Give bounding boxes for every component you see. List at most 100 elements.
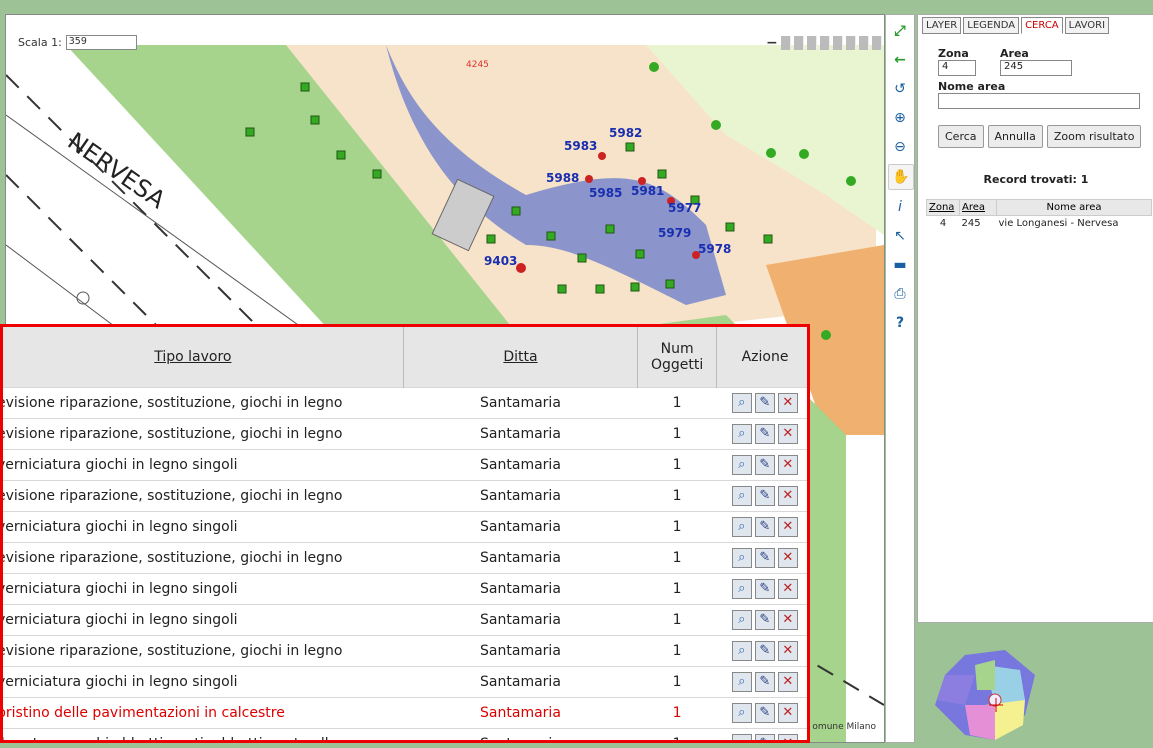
delete-icon[interactable]: ✕ (777, 734, 798, 740)
zoom-icon[interactable]: ⌕ (731, 672, 752, 692)
zoom-slider[interactable]: − + (766, 35, 884, 51)
zoom-level[interactable] (793, 36, 804, 50)
fullscreen-icon[interactable]: ⤢ (888, 19, 912, 43)
cell-ditta: Santamaria (403, 573, 638, 605)
delete-icon[interactable]: ✕ (777, 548, 798, 568)
refresh-icon[interactable]: ↺ (888, 77, 912, 101)
zoom-level[interactable] (858, 36, 869, 50)
zoom-level[interactable] (832, 36, 843, 50)
help-icon[interactable]: ? (888, 311, 912, 335)
tab-layer[interactable]: LAYER (922, 17, 962, 34)
col-area[interactable]: Area (959, 199, 997, 216)
table-row[interactable]: lberature parchi abbattimenti: abbattime… (3, 728, 807, 740)
zona-input[interactable]: 4 (938, 60, 976, 76)
delete-icon[interactable]: ✕ (777, 486, 798, 506)
scale-input[interactable]: 359 (65, 35, 137, 50)
back-icon[interactable]: ← (888, 48, 912, 72)
delete-icon[interactable]: ✕ (777, 517, 798, 537)
delete-icon[interactable]: ✕ (777, 579, 798, 599)
col-zona[interactable]: Zona (926, 199, 960, 216)
tab-lavori[interactable]: LAVORI (1064, 17, 1110, 34)
table-row[interactable]: verniciatura giochi in legno singoli Sant… (3, 511, 807, 543)
zoom-icon[interactable]: ⌕ (731, 548, 752, 568)
delete-icon[interactable]: ✕ (777, 610, 798, 630)
cell-azione: ⌕✎✕ (716, 728, 807, 740)
zoom-icon[interactable]: ⌕ (731, 734, 752, 740)
delete-icon[interactable]: ✕ (777, 424, 798, 444)
col-tipo-lavoro[interactable]: Tipo lavoro (3, 327, 404, 388)
area-input[interactable]: 245 (1000, 60, 1072, 76)
print-icon[interactable]: ⎙ (888, 282, 912, 306)
table-row[interactable]: evisione riparazione, sostituzione, gioc… (3, 542, 807, 574)
delete-icon[interactable]: ✕ (777, 703, 798, 723)
zoom-icon[interactable]: ⌕ (731, 393, 752, 413)
zoom-out-icon[interactable]: ⊖ (888, 135, 912, 159)
col-ditta[interactable]: Ditta (403, 327, 639, 388)
edit-icon[interactable]: ✎ (754, 517, 775, 537)
nome-area-input[interactable] (938, 93, 1140, 109)
object-label: 5988 (546, 171, 579, 185)
zoom-icon[interactable]: ⌕ (731, 579, 752, 599)
edit-icon[interactable]: ✎ (754, 393, 775, 413)
delete-icon[interactable]: ✕ (777, 393, 798, 413)
area-label: Area (1000, 47, 1029, 60)
zoom-icon[interactable]: ⌕ (731, 486, 752, 506)
table-row[interactable]: evisione riparazione, sostituzione, gioc… (3, 418, 807, 450)
panel-tabs: LAYER LEGENDA CERCA LAVORI (918, 15, 1111, 34)
table-row[interactable]: verniciatura giochi in legno singoli Sant… (3, 573, 807, 605)
edit-icon[interactable]: ✎ (754, 548, 775, 568)
delete-icon[interactable]: ✕ (777, 641, 798, 661)
pan-hand-icon[interactable]: ✋ (888, 164, 914, 190)
zoom-level[interactable] (871, 36, 882, 50)
table-row[interactable]: evisione riparazione, sostituzione, gioc… (3, 480, 807, 512)
zoom-level[interactable] (780, 36, 791, 50)
table-row[interactable]: pristino delle pavimentazioni in calcest… (3, 697, 807, 729)
cell-tipo-lavoro: lberature parchi abbattimenti: abbattime… (3, 728, 404, 740)
overview-map[interactable] (925, 645, 1045, 745)
select-icon[interactable]: ↖ (888, 224, 912, 248)
search-panel: LAYER LEGENDA CERCA LAVORI Zona 4 Area 2… (917, 14, 1153, 623)
measure-icon[interactable]: ▬ (888, 253, 912, 277)
zoom-level[interactable] (819, 36, 830, 50)
edit-icon[interactable]: ✎ (754, 424, 775, 444)
zoom-icon[interactable]: ⌕ (731, 455, 752, 475)
zoom-level[interactable] (806, 36, 817, 50)
zoom-icon[interactable]: ⌕ (731, 641, 752, 661)
delete-icon[interactable]: ✕ (777, 672, 798, 692)
cell-ditta: Santamaria (403, 604, 638, 636)
zoom-icon[interactable]: ⌕ (731, 703, 752, 723)
info-icon[interactable]: i (888, 195, 912, 219)
area-label: 4245 (466, 60, 489, 70)
table-row[interactable]: evisione riparazione, sostituzione, gioc… (3, 635, 807, 667)
edit-icon[interactable]: ✎ (754, 455, 775, 475)
search-form: Zona 4 Area 245 Nome area (938, 47, 1140, 109)
table-row[interactable]: verniciatura giochi in legno singoli Sant… (3, 604, 807, 636)
table-row[interactable]: 4 245 vie Longanesi - Nervesa (927, 216, 1152, 232)
delete-icon[interactable]: ✕ (777, 455, 798, 475)
edit-icon[interactable]: ✎ (754, 672, 775, 692)
edit-icon[interactable]: ✎ (754, 579, 775, 599)
tab-cerca[interactable]: CERCA (1021, 17, 1063, 34)
tab-legenda[interactable]: LEGENDA (963, 17, 1020, 34)
zoom-in-icon[interactable]: ⊕ (888, 106, 912, 130)
annulla-button[interactable]: Annulla (987, 125, 1043, 148)
edit-icon[interactable]: ✎ (754, 703, 775, 723)
cell-ditta: Santamaria (403, 635, 638, 667)
table-row[interactable]: verniciatura giochi in legno singoli Sant… (3, 666, 807, 698)
zoom-icon[interactable]: ⌕ (731, 424, 752, 444)
edit-icon[interactable]: ✎ (754, 486, 775, 506)
zoom-icon[interactable]: ⌕ (731, 610, 752, 630)
edit-icon[interactable]: ✎ (754, 610, 775, 630)
table-row[interactable]: evisione riparazione, sostituzione, gioc… (3, 387, 807, 419)
table-row[interactable]: verniciatura giochi in legno singoli Sant… (3, 449, 807, 481)
edit-icon[interactable]: ✎ (754, 734, 775, 740)
zoom-risultato-button[interactable]: Zoom risultato (1046, 125, 1142, 148)
zoom-minus-button[interactable]: − (766, 35, 778, 51)
cerca-button[interactable]: Cerca (938, 125, 984, 148)
nome-area-label: Nome area (938, 80, 1006, 93)
cell-azione: ⌕✎✕ (716, 480, 807, 512)
edit-icon[interactable]: ✎ (754, 641, 775, 661)
zoom-icon[interactable]: ⌕ (731, 517, 752, 537)
cell-ditta: Santamaria (403, 480, 638, 512)
zoom-level[interactable] (845, 36, 856, 50)
